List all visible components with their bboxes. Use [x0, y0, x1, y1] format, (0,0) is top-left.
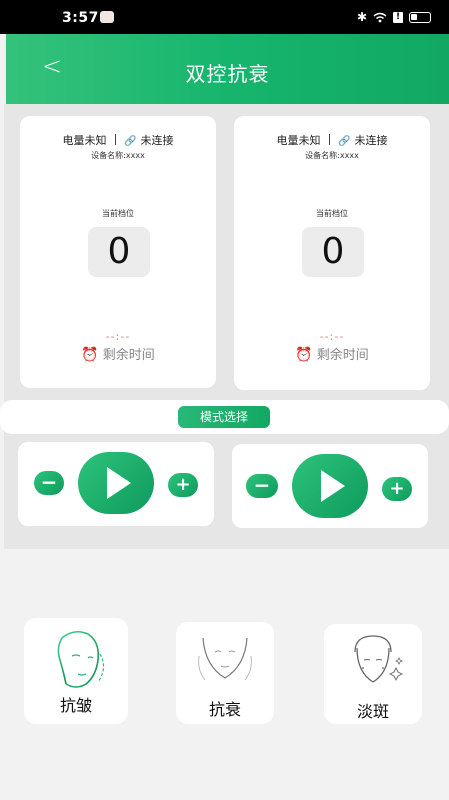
gear-label: 当前档位 — [316, 209, 348, 218]
battery-status: 电量未知 — [62, 134, 107, 147]
alarm-clock-icon: ⏰ — [295, 347, 313, 363]
mode-select-button[interactable]: 模式选择 — [178, 406, 270, 428]
play-button[interactable] — [292, 454, 368, 518]
remaining-label: 剩余时间 — [102, 348, 155, 363]
device-card-2: 电量未知 🔗 未连接 设备名称:xxxx 当前档位 0 --:-- ⏰ 剩余时间 — [234, 116, 430, 390]
battery-status: 电量未知 — [276, 134, 321, 147]
play-button[interactable] — [78, 452, 154, 514]
notification-icon — [100, 11, 114, 23]
function-label: 抗皱 — [59, 696, 92, 715]
play-icon — [107, 467, 131, 499]
remaining-label: 剩余时间 — [316, 348, 369, 363]
play-icon — [321, 470, 345, 502]
countdown-value: --:-- — [319, 330, 345, 343]
divider — [114, 134, 117, 145]
function-anti-wrinkle[interactable]: 抗皱 — [24, 618, 128, 724]
device-name: 设备名称:xxxx — [305, 151, 359, 160]
connection-status[interactable]: 未连接 — [354, 134, 387, 147]
control-panel-1: − + — [18, 442, 214, 526]
link-icon: 🔗 — [124, 136, 137, 147]
gear-value: 0 — [302, 227, 364, 277]
gear-label: 当前档位 — [102, 209, 134, 218]
plus-button[interactable]: + — [168, 473, 198, 497]
function-anti-aging[interactable]: 抗衰 — [176, 622, 274, 724]
gear-value: 0 — [88, 227, 150, 277]
control-panel-2: − + — [232, 444, 428, 528]
remaining-time: ⏰ 剩余时间 — [20, 344, 216, 363]
alert-icon: ! — [393, 11, 403, 23]
bluetooth-icon: ✱ — [356, 10, 367, 24]
device-status: 电量未知 🔗 未连接 — [234, 132, 430, 148]
function-label: 淡斑 — [356, 702, 389, 721]
alarm-clock-icon: ⏰ — [81, 347, 99, 363]
plus-button[interactable]: + — [382, 477, 412, 501]
face-chin-icon — [198, 637, 252, 681]
link-icon: 🔗 — [338, 136, 351, 147]
device-status: 电量未知 🔗 未连接 — [20, 132, 216, 148]
device-name: 设备名称:xxxx — [91, 151, 145, 160]
status-icons: ✱ ! — [357, 10, 431, 24]
device-card-1: 电量未知 🔗 未连接 设备名称:xxxx 当前档位 0 --:-- ⏰ 剩余时间 — [20, 116, 216, 388]
header-bar: < 双控抗衰 — [6, 34, 449, 104]
page-title: 双控抗衰 — [185, 62, 270, 86]
face-line-icon — [57, 630, 105, 688]
function-label: 抗衰 — [208, 700, 241, 719]
minus-button[interactable]: − — [34, 471, 64, 495]
divider — [328, 134, 331, 145]
minus-button[interactable]: − — [246, 474, 278, 498]
function-spot-lightening[interactable]: 淡斑 — [324, 624, 422, 724]
connection-status[interactable]: 未连接 — [140, 134, 173, 147]
app-screen: < 双控抗衰 电量未知 🔗 未连接 设备名称:xxxx 当前档位 0 --:-- ⏰… — [0, 34, 449, 800]
wifi-icon — [373, 12, 387, 22]
remaining-time: ⏰ 剩余时间 — [234, 344, 430, 363]
face-spots-icon — [354, 635, 404, 683]
status-time: 3:57 — [62, 10, 99, 26]
battery-icon — [409, 11, 431, 23]
countdown-value: --:-- — [105, 330, 131, 343]
status-bar: 3:57 ✱ ! — [0, 0, 449, 34]
